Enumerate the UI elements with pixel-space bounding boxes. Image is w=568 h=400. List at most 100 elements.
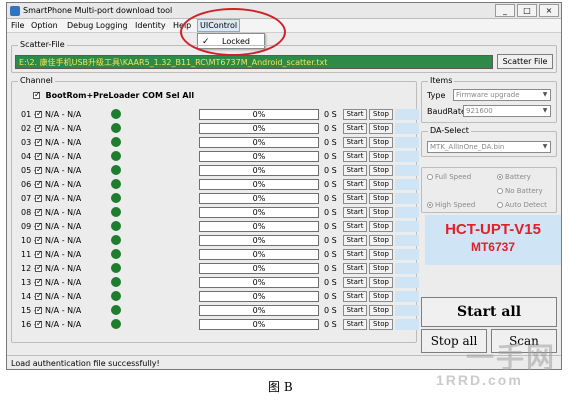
type-select[interactable]: Firmware upgrade ▼ [453, 89, 551, 101]
close-button[interactable]: × [539, 4, 559, 17]
figure-caption: 图 B [268, 380, 293, 394]
row-stop-button[interactable]: Stop [369, 221, 393, 232]
menu-file[interactable]: File [11, 21, 24, 30]
row-stop-button[interactable]: Stop [369, 277, 393, 288]
start-all-button[interactable]: Start all [421, 297, 557, 327]
channel-row-12: 12 - N/A - N/A 0% 0 S Start Stop [21, 263, 419, 275]
menu-identity[interactable]: Identity [135, 21, 166, 30]
row-status-bar [395, 137, 419, 148]
row-start-button[interactable]: Start [343, 235, 367, 246]
status-led-icon [111, 123, 121, 133]
auto-detect-radio[interactable]: Auto Detect [497, 201, 547, 209]
title-bar: SmartPhone Multi-port download tool _ □ … [7, 3, 561, 19]
row-stop-button[interactable]: Stop [369, 193, 393, 204]
row-start-button[interactable]: Start [343, 221, 367, 232]
channel-row-09: 09 - N/A - N/A 0% 0 S Start Stop [21, 221, 419, 233]
row-progress: 0% [199, 291, 319, 302]
row-checkbox[interactable] [35, 207, 43, 216]
row-start-button[interactable]: Start [343, 207, 367, 218]
scatter-file-button[interactable]: Scatter File [497, 54, 553, 69]
row-start-button[interactable]: Start [343, 179, 367, 190]
row-stop-button[interactable]: Stop [369, 179, 393, 190]
row-stop-button[interactable]: Stop [369, 305, 393, 316]
row-checkbox[interactable] [35, 305, 43, 314]
row-checkbox[interactable] [35, 263, 43, 272]
row-port: N/A - N/A [45, 138, 82, 147]
watermark: 一手网 1RRD.com [436, 336, 562, 394]
auto-detect-label: Auto Detect [505, 201, 547, 209]
row-progress: 0% [199, 263, 319, 274]
battery-label: Battery [505, 173, 531, 181]
battery-radio[interactable]: Battery [497, 173, 531, 181]
row-start-button[interactable]: Start [343, 305, 367, 316]
row-start-button[interactable]: Start [343, 291, 367, 302]
baudrate-select[interactable]: 921600 ▼ [463, 105, 551, 117]
row-start-button[interactable]: Start [343, 123, 367, 134]
row-stop-button[interactable]: Stop [369, 291, 393, 302]
row-start-button[interactable]: Start [343, 263, 367, 274]
high-speed-radio[interactable]: High Speed [427, 201, 475, 209]
radio-icon [427, 174, 433, 180]
row-checkbox[interactable] [35, 277, 43, 286]
row-checkbox[interactable] [35, 123, 43, 132]
row-start-button[interactable]: Start [343, 319, 367, 330]
row-stop-button[interactable]: Stop [369, 137, 393, 148]
row-checkbox[interactable] [35, 179, 43, 188]
row-checkbox[interactable] [35, 151, 43, 160]
full-speed-radio[interactable]: Full Speed [427, 173, 471, 181]
row-stop-button[interactable]: Stop [369, 109, 393, 120]
menu-option[interactable]: Option [31, 21, 58, 30]
channel-row-02: 02 - N/A - N/A 0% 0 S Start Stop [21, 123, 419, 135]
row-stop-button[interactable]: Stop [369, 319, 393, 330]
scatter-path-field[interactable]: E:\2. 康佳手机USB升级工具\KAAR5_1.32_B11_RC\MT67… [15, 55, 493, 69]
minimize-button[interactable]: _ [495, 4, 515, 17]
row-checkbox[interactable] [35, 319, 43, 328]
row-checkbox[interactable] [35, 165, 43, 174]
select-all-checkbox[interactable] [33, 90, 41, 99]
menu-uicontrol[interactable]: UIControl [197, 19, 241, 32]
row-start-button[interactable]: Start [343, 151, 367, 162]
row-checkbox[interactable] [35, 109, 43, 118]
row-size: 0 S [324, 138, 337, 147]
row-checkbox[interactable] [35, 249, 43, 258]
menu-help[interactable]: Help [173, 21, 191, 30]
row-progress: 0% [199, 193, 319, 204]
row-start-button[interactable]: Start [343, 165, 367, 176]
row-start-button[interactable]: Start [343, 193, 367, 204]
row-start-button[interactable]: Start [343, 249, 367, 260]
row-stop-button[interactable]: Stop [369, 207, 393, 218]
row-stop-button[interactable]: Stop [369, 165, 393, 176]
watermark-logo: 一手网 [466, 342, 557, 373]
row-progress: 0% [199, 179, 319, 190]
row-start-button[interactable]: Start [343, 137, 367, 148]
menu-bar: File Option Debug Logging Identity Help … [7, 19, 561, 33]
da-select[interactable]: MTK_AllInOne_DA.bin ▼ [427, 141, 551, 153]
row-start-button[interactable]: Start [343, 277, 367, 288]
row-checkbox[interactable] [35, 137, 43, 146]
scatter-group-title: Scatter-File [18, 40, 67, 49]
status-led-icon [111, 249, 121, 259]
watermark-url: 1RRD.com [436, 372, 523, 388]
row-checkbox[interactable] [35, 193, 43, 202]
row-stop-button[interactable]: Stop [369, 151, 393, 162]
maximize-button[interactable]: □ [517, 4, 537, 17]
status-led-icon [111, 291, 121, 301]
menu-debug-logging[interactable]: Debug Logging [67, 21, 128, 30]
row-start-button[interactable]: Start [343, 109, 367, 120]
row-checkbox[interactable] [35, 235, 43, 244]
row-checkbox[interactable] [35, 221, 43, 230]
row-port: N/A - N/A [45, 264, 82, 273]
row-size: 0 S [324, 236, 337, 245]
channel-row-13: 13 - N/A - N/A 0% 0 S Start Stop [21, 277, 419, 289]
full-speed-label: Full Speed [435, 173, 472, 181]
row-stop-button[interactable]: Stop [369, 123, 393, 134]
status-led-icon [111, 179, 121, 189]
no-battery-radio[interactable]: No Battery [497, 187, 543, 195]
row-stop-button[interactable]: Stop [369, 249, 393, 260]
row-stop-button[interactable]: Stop [369, 235, 393, 246]
row-checkbox[interactable] [35, 291, 43, 300]
app-icon [10, 6, 20, 16]
row-status-bar [395, 109, 419, 120]
row-stop-button[interactable]: Stop [369, 263, 393, 274]
row-progress: 0% [199, 221, 319, 232]
